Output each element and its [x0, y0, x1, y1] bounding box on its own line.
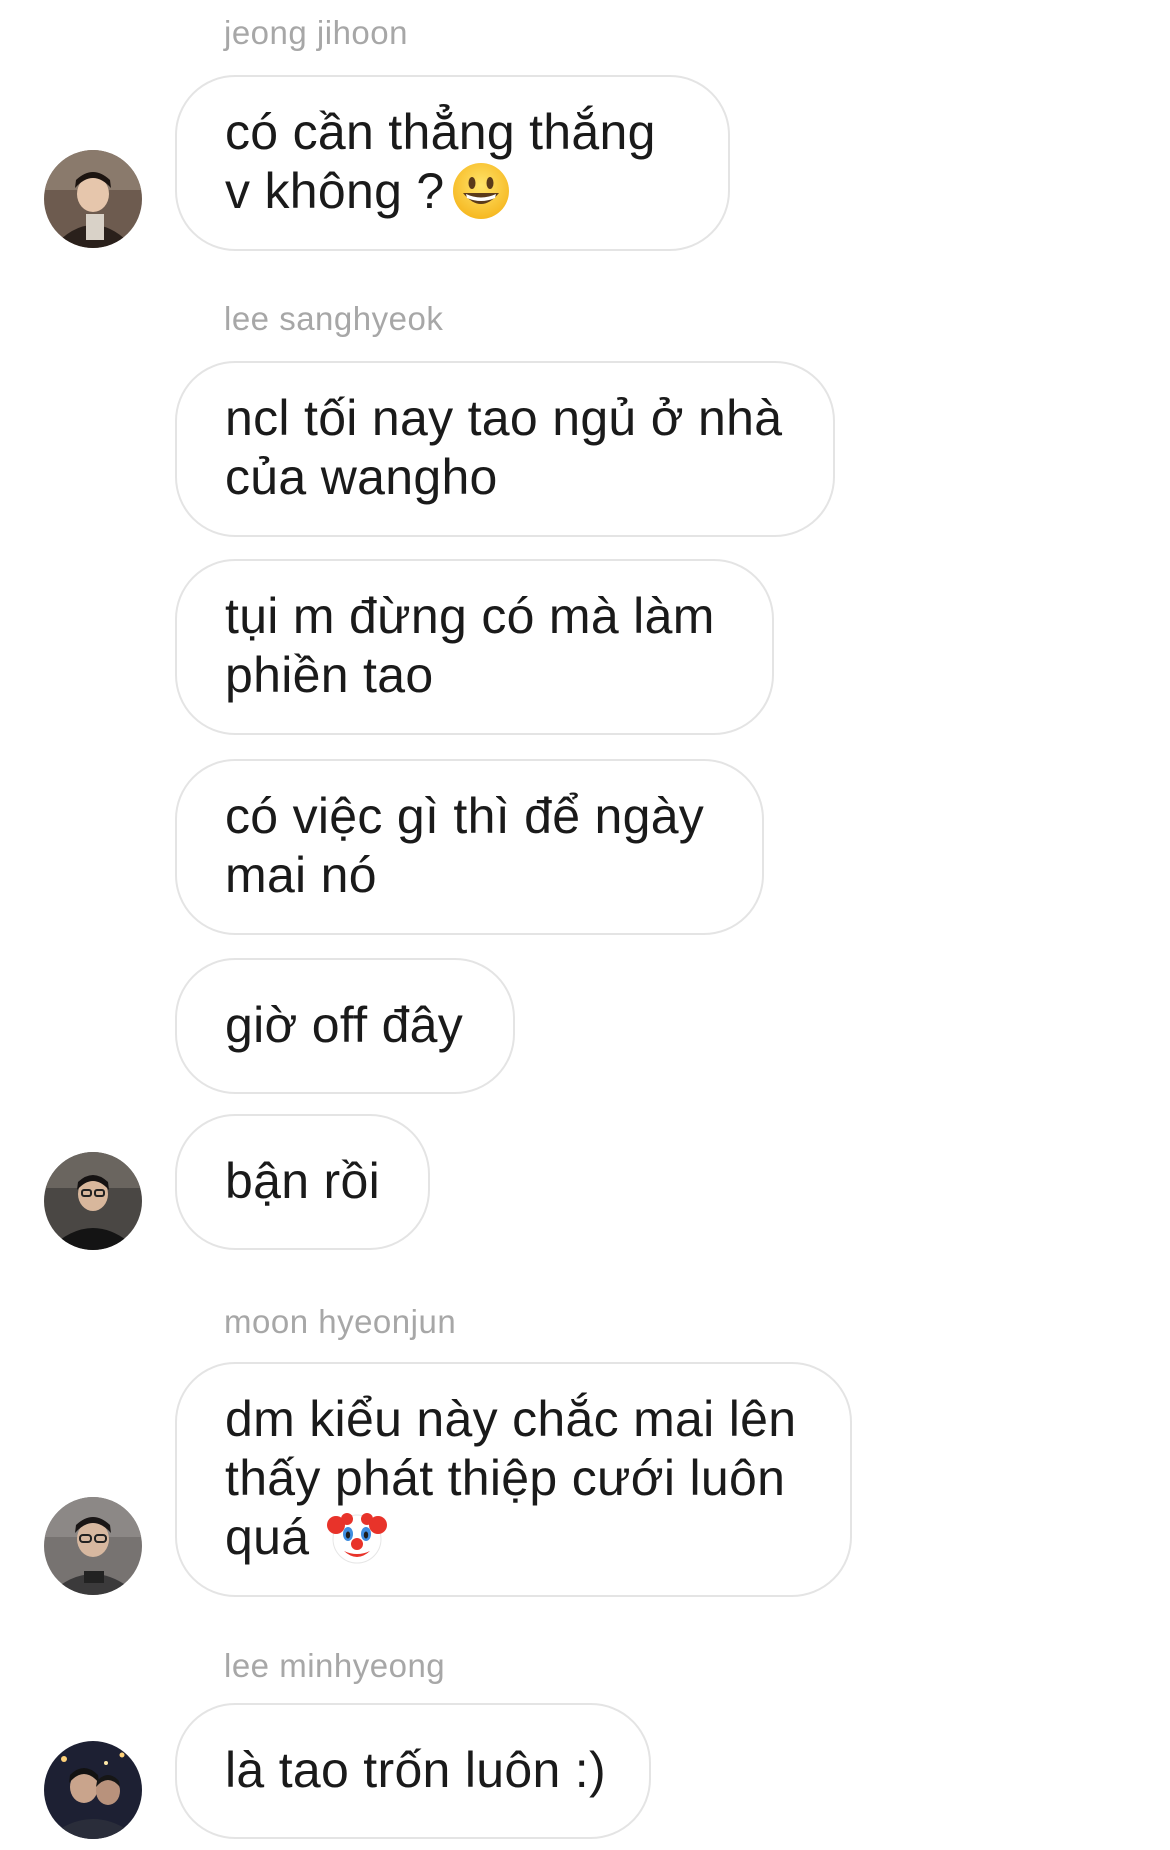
message-text: của wangho	[225, 449, 498, 505]
sender-name-lee-sanghyeok: lee sanghyeok	[224, 300, 444, 337]
message-bubble[interactable]: là tao trốn luôn :)	[175, 1703, 651, 1839]
message-text: phiền tao	[225, 647, 434, 703]
sender-name-moon-hyeonjun: moon hyeonjun	[224, 1303, 457, 1340]
message-bubble[interactable]: dm kiểu này chắc mai lên thấy phát thiệp…	[175, 1362, 852, 1597]
message-bubble[interactable]: có cần thẳng thắng v không ?	[175, 75, 730, 251]
message-text: bận rồi	[225, 1153, 380, 1209]
message-text: mai nó	[225, 847, 377, 903]
sender-name-lee-minhyeong: lee minhyeong	[224, 1647, 446, 1684]
message-text: v không ?	[225, 163, 445, 219]
message-text: có việc gì thì để ngày	[225, 788, 705, 844]
message-text: giờ off đây	[225, 997, 464, 1053]
message-bubble[interactable]: giờ off đây	[175, 958, 515, 1094]
message-bubble[interactable]: tụi m đừng có mà làm phiền tao	[175, 559, 774, 735]
message-text: dm kiểu này chắc mai lên	[225, 1391, 797, 1447]
grinning-face-emoji	[451, 161, 511, 221]
message-text: ncl tối nay tao ngủ ở nhà	[225, 390, 783, 446]
clown-face-emoji	[327, 1507, 388, 1567]
message-text: là tao trốn luôn :)	[225, 1742, 606, 1798]
sender-name-jeong-jihoon: jeong jihoon	[224, 14, 408, 51]
message-text: có cần thẳng thắng	[225, 104, 656, 160]
avatar-moon-hyeonjun[interactable]	[44, 1497, 142, 1595]
avatar-jeong-jihoon[interactable]	[44, 150, 142, 248]
avatar-lee-minhyeong[interactable]	[44, 1741, 142, 1839]
message-bubble[interactable]: có việc gì thì để ngày mai nó	[175, 759, 764, 935]
message-bubble[interactable]: bận rồi	[175, 1114, 430, 1250]
message-text: thấy phát thiệp cưới luôn	[225, 1450, 786, 1506]
message-text: tụi m đừng có mà làm	[225, 588, 715, 644]
message-text: quá	[225, 1509, 310, 1565]
avatar-lee-sanghyeok[interactable]	[44, 1152, 142, 1250]
message-bubble[interactable]: ncl tối nay tao ngủ ở nhà của wangho	[175, 361, 835, 537]
